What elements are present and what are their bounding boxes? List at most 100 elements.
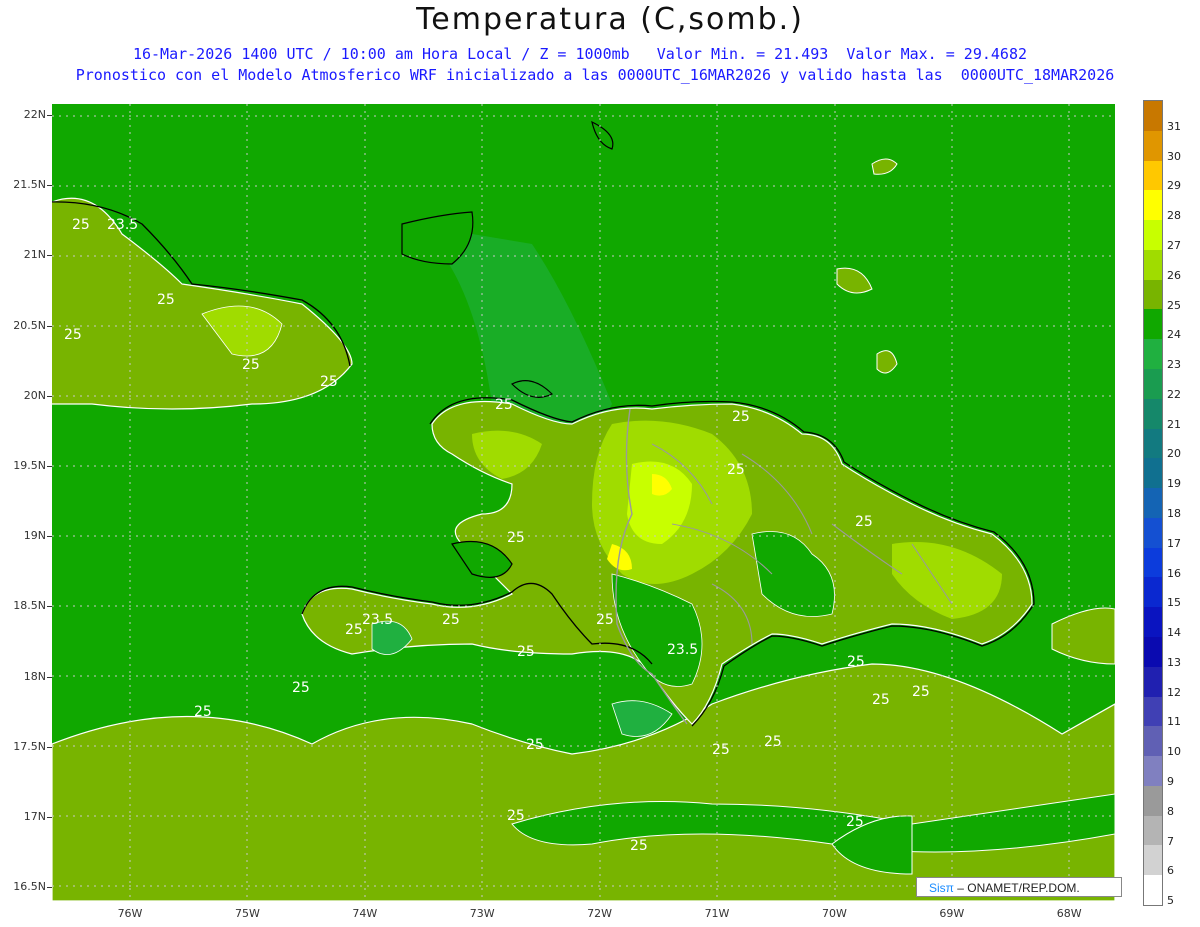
contour-label: 25	[292, 680, 310, 696]
sispi-logo: Sisπ	[929, 881, 954, 895]
contour-label: 25	[846, 814, 864, 830]
colorbar-label: 27	[1167, 239, 1181, 252]
lat-label: 18N	[0, 670, 52, 683]
colorbar-label: 15	[1167, 596, 1181, 610]
colorbar-segment	[1144, 279, 1162, 310]
contour-label: 25	[495, 397, 513, 413]
credit-text: – ONAMET/REP.DOM.	[953, 881, 1080, 895]
lat-label: 17.5N	[0, 740, 52, 753]
lon-label: 75W	[234, 907, 260, 920]
contour-label: 25	[630, 838, 648, 854]
lat-label: 21.5N	[0, 178, 52, 191]
colorbar-segment	[1144, 249, 1162, 280]
colorbar	[1143, 100, 1163, 906]
lat-label: 16.5N	[0, 880, 52, 893]
colorbar-label: 26	[1167, 268, 1181, 282]
contour-label: 25	[507, 530, 525, 546]
contour-label: 23.5	[667, 642, 698, 658]
contour-label: 25	[732, 409, 750, 425]
colorbar-label: 9	[1167, 775, 1174, 788]
lat-label: 20.5N	[0, 319, 52, 332]
contour-label: 25	[872, 692, 890, 708]
contour-label: 25	[320, 374, 338, 390]
colorbar-label: 25	[1167, 298, 1181, 312]
colorbar-segment	[1144, 398, 1162, 429]
colorbar-segment	[1144, 845, 1162, 876]
colorbar-label: 16	[1167, 566, 1181, 580]
contour-label: 25	[912, 684, 930, 700]
colorbar-segment	[1144, 607, 1162, 638]
colorbar-segment	[1144, 339, 1162, 370]
contour-label: 25	[194, 704, 212, 720]
lat-label: 18.5N	[0, 599, 52, 612]
contour-label: 25	[855, 514, 873, 530]
colorbar-label: 7	[1167, 834, 1174, 848]
subtitle-valid-time: 16-Mar-2026 1400 UTC / 10:00 am Hora Loc…	[132, 45, 1028, 63]
lon-label: 72W	[587, 907, 613, 920]
contour-label: 25	[764, 734, 782, 750]
lon-label: 73W	[469, 907, 495, 920]
colorbar-label: 24	[1167, 328, 1181, 342]
lon-label: 71W	[704, 907, 730, 920]
colorbar-segment	[1144, 726, 1162, 757]
lat-label: 22N	[0, 108, 52, 121]
colorbar-label: 19	[1167, 477, 1181, 491]
contour-label: 25	[242, 357, 260, 373]
colorbar-segment	[1144, 785, 1162, 816]
colorbar-label: 6	[1167, 864, 1174, 878]
colorbar-segment	[1144, 696, 1162, 727]
colorbar-label: 11	[1167, 715, 1181, 729]
colorbar-segment	[1144, 101, 1162, 131]
colorbar-segment	[1144, 666, 1162, 697]
colorbar-segment	[1144, 309, 1162, 340]
contour-label: 23.5	[107, 217, 138, 233]
colorbar-segment	[1144, 488, 1162, 519]
contour-label: 25	[157, 292, 175, 308]
colorbar-segment	[1144, 815, 1162, 846]
colorbar-segment	[1144, 369, 1162, 399]
colorbar-segment	[1144, 577, 1162, 608]
colorbar-label: 20	[1167, 447, 1181, 461]
contour-label: 25	[442, 612, 460, 628]
lon-label: 69W	[939, 907, 965, 920]
colorbar-label: 28	[1167, 209, 1181, 223]
colorbar-segment	[1144, 756, 1162, 787]
contour-label: 25	[596, 612, 614, 628]
lon-label: 68W	[1056, 907, 1082, 920]
colorbar-label: 30	[1167, 149, 1181, 163]
lon-label: 76W	[117, 907, 143, 920]
lat-label: 19N	[0, 529, 52, 542]
colorbar-label: 12	[1167, 685, 1181, 699]
map-area: 25 23.5 25 25 25 25 25 25 25 25 25 25 23.5 25 25 25 23.5…	[52, 104, 1115, 901]
contour-label: 25	[847, 654, 865, 670]
colorbar-segment	[1144, 428, 1162, 459]
colorbar-segment	[1144, 220, 1162, 251]
colorbar-segment	[1144, 517, 1162, 548]
colorbar-segment	[1144, 160, 1162, 191]
contour-label: 25	[64, 327, 82, 343]
contour-label: 25	[526, 737, 544, 753]
subtitle-model-info: Pronostico con el Modelo Atmosferico WRF…	[75, 66, 1115, 84]
credit-box: Sisπ – ONAMET/REP.DOM.	[916, 877, 1122, 897]
lat-label: 20N	[0, 389, 52, 402]
lat-label: 17N	[0, 810, 52, 823]
lon-label: 70W	[821, 907, 847, 920]
colorbar-segment	[1144, 458, 1162, 489]
map-title: Temperatura (C,somb.)	[416, 2, 804, 37]
contour-label: 25	[727, 462, 745, 478]
colorbar-label: 31	[1167, 119, 1181, 133]
colorbar-label: 18	[1167, 507, 1181, 520]
colorbar-label: 5	[1167, 894, 1174, 908]
colorbar-segment	[1144, 190, 1162, 221]
colorbar-segment	[1144, 875, 1162, 906]
lon-label: 74W	[352, 907, 378, 920]
contour-label: 25	[72, 217, 90, 233]
contour-label: 25	[517, 644, 535, 660]
colorbar-segment	[1144, 637, 1162, 667]
colorbar-label: 14	[1167, 626, 1181, 640]
colorbar-label: 22	[1167, 387, 1181, 401]
lat-label: 19.5N	[0, 459, 52, 472]
contour-label: 23.5	[362, 612, 393, 628]
colorbar-label: 10	[1167, 745, 1181, 759]
colorbar-label: 8	[1167, 804, 1174, 818]
